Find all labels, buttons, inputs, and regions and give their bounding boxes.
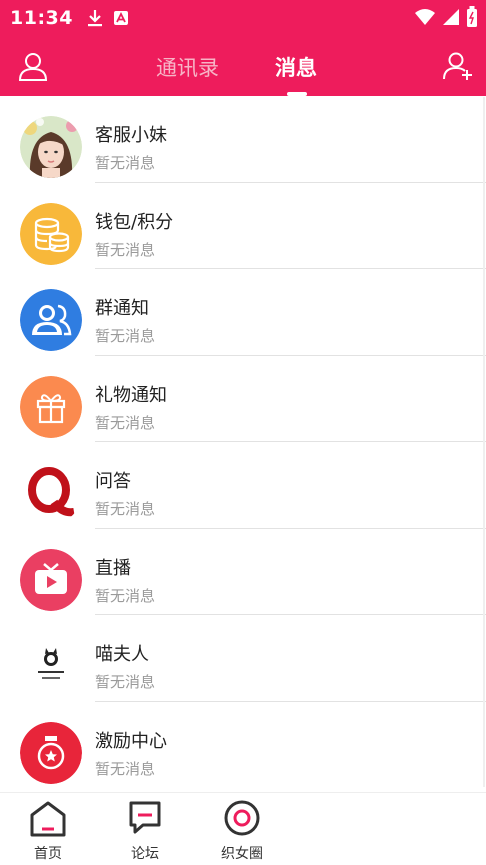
cat-logo: [20, 635, 82, 697]
wifi-icon: [415, 9, 435, 25]
message-row-qa[interactable]: 问答 暂无消息: [0, 442, 486, 529]
message-preview: 暂无消息: [95, 500, 156, 518]
nav-home-label: 首页: [34, 846, 62, 862]
message-title: 问答: [95, 471, 131, 492]
message-title: 客服小妹: [95, 125, 167, 146]
forum-icon: [129, 801, 161, 834]
scroll-track: [483, 97, 485, 787]
message-preview: 暂无消息: [95, 413, 156, 432]
nav-home[interactable]: 首页: [18, 799, 78, 863]
message-row-group-notice[interactable]: 群通知 暂无消息: [0, 269, 486, 356]
message-preview: 暂无消息: [95, 240, 156, 259]
message-list: 客服小妹 暂无消息 钱包/积分 暂无消息 群通知 暂无消息 礼物通知 暂无消息 …: [0, 96, 486, 788]
group-icon: [20, 289, 82, 351]
medal-icon: [20, 721, 82, 784]
app-header: 通讯录 消息: [0, 36, 486, 96]
app-notification-icon: [113, 11, 128, 25]
home-icon: [30, 801, 66, 837]
add-friend-icon[interactable]: [442, 50, 474, 82]
tab-messages[interactable]: 消息: [275, 52, 317, 82]
nav-forum-label: 论坛: [131, 846, 159, 862]
nav-circle[interactable]: 织女圈: [212, 799, 272, 863]
message-preview: 暂无消息: [95, 586, 156, 605]
tv-icon: [20, 548, 82, 611]
message-row-miao[interactable]: 喵夫人 暂无消息: [0, 615, 486, 702]
message-row-incentive[interactable]: 激励中心 暂无消息: [0, 702, 486, 789]
message-title: 礼物通知: [95, 384, 167, 406]
status-time: 11:34: [10, 7, 73, 29]
message-preview: 暂无消息: [95, 327, 156, 345]
coins-icon: [20, 202, 82, 265]
profile-icon[interactable]: [17, 50, 49, 82]
message-row-wallet[interactable]: 钱包/积分 暂无消息: [0, 183, 486, 269]
message-title: 喵夫人: [95, 644, 149, 665]
battery-icon: [467, 6, 477, 27]
avatar: [20, 116, 82, 178]
message-preview: 暂无消息: [95, 154, 156, 172]
message-row-customer-service[interactable]: 客服小妹 暂无消息: [0, 96, 486, 183]
message-preview: 暂无消息: [95, 673, 156, 691]
message-row-gift-notice[interactable]: 礼物通知 暂无消息: [0, 356, 486, 442]
nav-forum[interactable]: 论坛: [115, 799, 175, 863]
tab-contacts[interactable]: 通讯录: [156, 52, 219, 82]
q-icon: [20, 462, 82, 524]
message-preview: 暂无消息: [95, 759, 156, 778]
message-title: 激励中心: [95, 730, 167, 752]
message-title: 群通知: [95, 298, 149, 319]
nav-circle-label: 织女圈: [221, 846, 263, 862]
download-icon: [87, 10, 102, 27]
gift-icon: [20, 375, 82, 438]
status-bar: 11:34: [0, 0, 486, 36]
message-row-live[interactable]: 直播 暂无消息: [0, 529, 486, 615]
message-title: 钱包/积分: [95, 211, 174, 233]
circle-icon: [224, 800, 260, 836]
bottom-navigation: 首页 论坛 织女圈: [0, 792, 486, 865]
message-title: 直播: [95, 557, 131, 579]
signal-icon: [443, 9, 459, 25]
